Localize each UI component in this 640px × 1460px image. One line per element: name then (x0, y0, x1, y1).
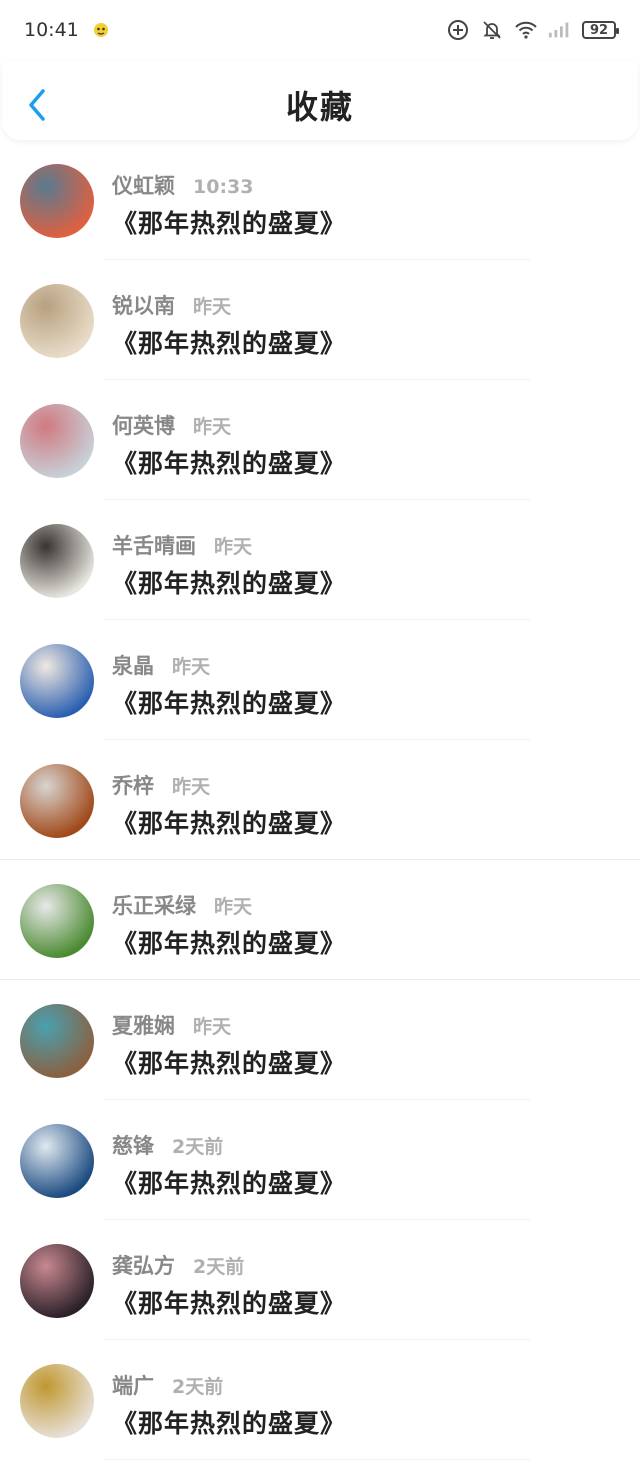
avatar[interactable] (20, 164, 94, 238)
status-bar: 10:41 92 (0, 0, 640, 60)
favorite-item[interactable]: 羊舌晴画 昨天《那年热烈的盛夏》 (0, 500, 640, 620)
add-circle-icon (446, 18, 470, 42)
timestamp: 昨天 (214, 896, 253, 918)
favorite-item[interactable]: 乔梓 昨天《那年热烈的盛夏》 (0, 740, 640, 860)
timestamp: 昨天 (172, 656, 211, 678)
favorite-item[interactable]: 端广 2天前《那年热烈的盛夏》 (0, 1340, 640, 1460)
name-line: 慈锋 2天前 (112, 1130, 223, 1160)
timestamp: 2天前 (193, 1256, 245, 1278)
sender-name: 仪虹颖 (112, 174, 175, 198)
top-nav-bar: 收藏 (2, 60, 638, 140)
timestamp: 昨天 (172, 776, 211, 798)
favorite-title: 《那年热烈的盛夏》 (112, 1409, 347, 1438)
favorite-title: 《那年热烈的盛夏》 (112, 689, 347, 718)
sender-name: 端广 (112, 1374, 154, 1398)
timestamp: 2天前 (172, 1136, 224, 1158)
favorite-title: 《那年热烈的盛夏》 (112, 1169, 347, 1198)
name-line: 乔梓 昨天 (112, 770, 210, 800)
bell-off-icon (480, 18, 504, 42)
favorite-title: 《那年热烈的盛夏》 (112, 329, 347, 358)
page-title: 收藏 (285, 88, 354, 126)
sender-name: 羊舌晴画 (112, 534, 196, 558)
avatar[interactable] (20, 404, 94, 478)
name-line: 乐正采绿 昨天 (112, 890, 252, 920)
favorite-title: 《那年热烈的盛夏》 (112, 209, 347, 238)
sender-name: 乔梓 (112, 774, 154, 798)
timestamp: 昨天 (193, 416, 232, 438)
favorite-item[interactable]: 仪虹颖 10:33 《那年热烈的盛夏》 (0, 140, 640, 260)
battery-icon: 92 (582, 21, 619, 39)
favorite-title: 《那年热烈的盛夏》 (112, 929, 347, 958)
name-line: 羊舌晴画 昨天 (112, 530, 252, 560)
avatar[interactable] (20, 284, 94, 358)
timestamp: 10:33 (193, 176, 254, 198)
avatar[interactable] (20, 1244, 94, 1318)
favorite-title: 《那年热烈的盛夏》 (112, 1049, 347, 1078)
avatar[interactable] (20, 764, 94, 838)
sender-name: 夏雅娴 (112, 1014, 175, 1038)
name-line: 仪虹颖 10:33 (112, 170, 253, 200)
sender-name: 慈锋 (112, 1134, 154, 1158)
sender-name: 龚弘方 (112, 1254, 175, 1278)
sender-name: 何英博 (112, 414, 175, 438)
favorite-item[interactable]: 何英博 昨天《那年热烈的盛夏》 (0, 380, 640, 500)
name-line: 泉晶 昨天 (112, 650, 210, 680)
timestamp: 昨天 (214, 536, 253, 558)
name-line: 龚弘方 2天前 (112, 1250, 244, 1280)
notification-app-icon (89, 18, 113, 42)
favorite-title: 《那年热烈的盛夏》 (112, 1289, 347, 1318)
name-line: 端广 2天前 (112, 1370, 223, 1400)
avatar[interactable] (20, 1004, 94, 1078)
signal-icon (548, 18, 572, 42)
favorites-list: 仪虹颖 10:33 《那年热烈的盛夏》 锐以南 昨天 《那年热烈的盛夏》 何英博 昨天 《那年热… (0, 140, 640, 1460)
favorite-item[interactable]: 锐以南 昨天《那年热烈的盛夏》 (0, 260, 640, 380)
favorite-item[interactable]: 乐正采绿 昨天《那年热烈的盛夏》 (0, 860, 640, 980)
timestamp: 2天前 (172, 1376, 224, 1398)
wifi-icon (514, 18, 538, 42)
status-time: 10:41 (24, 19, 79, 41)
favorite-item[interactable]: 慈锋 2天前《那年热烈的盛夏》 (0, 1100, 640, 1220)
avatar[interactable] (20, 524, 94, 598)
favorite-title: 《那年热烈的盛夏》 (112, 809, 347, 838)
favorite-title: 《那年热烈的盛夏》 (112, 569, 347, 598)
timestamp: 昨天 (193, 296, 232, 318)
favorite-item[interactable]: 龚弘方 2天前《那年热烈的盛夏》 (0, 1220, 640, 1340)
sender-name: 泉晶 (112, 654, 154, 678)
avatar[interactable] (20, 644, 94, 718)
favorite-item[interactable]: 夏雅娴 昨天《那年热烈的盛夏》 (0, 980, 640, 1100)
favorite-item[interactable]: 泉晶 昨天《那年热烈的盛夏》 (0, 620, 640, 740)
sender-name: 锐以南 (112, 294, 175, 318)
name-line: 夏雅娴 昨天 (112, 1010, 231, 1040)
name-line: 锐以南 昨天 (112, 290, 231, 320)
avatar[interactable] (20, 1124, 94, 1198)
avatar[interactable] (20, 884, 94, 958)
sender-name: 乐正采绿 (112, 894, 196, 918)
favorite-title: 《那年热烈的盛夏》 (112, 449, 347, 478)
avatar[interactable] (20, 1364, 94, 1438)
name-line: 何英博 昨天 (112, 410, 231, 440)
timestamp: 昨天 (193, 1016, 232, 1038)
